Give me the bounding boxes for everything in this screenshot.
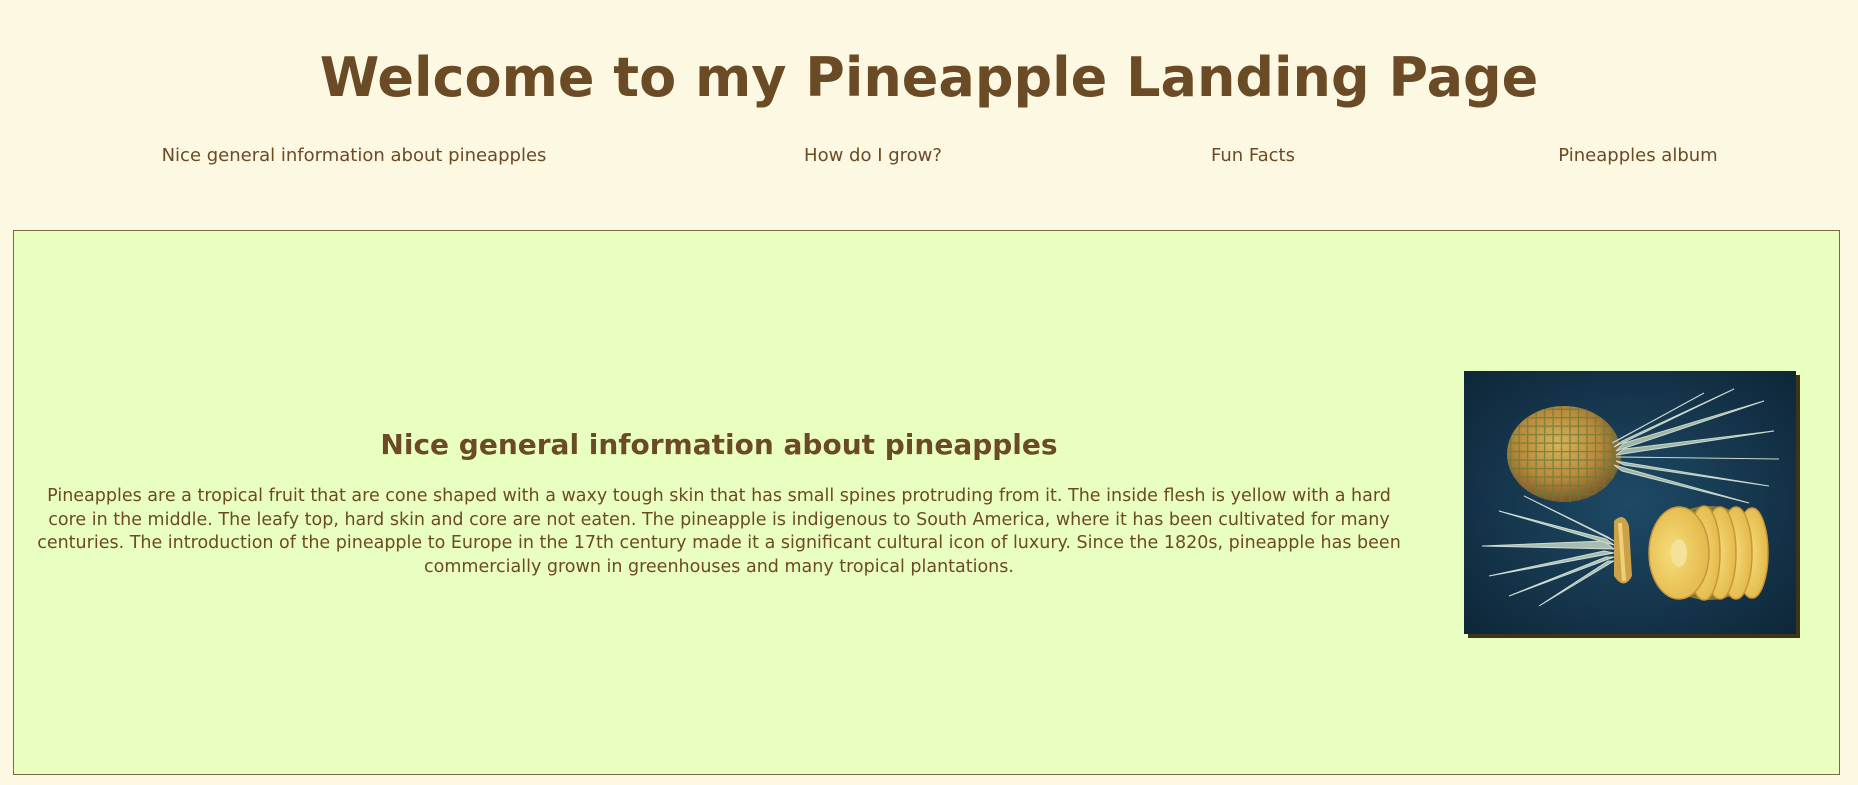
pineapple-photo — [1464, 371, 1796, 634]
main-nav: Nice general information about pineapple… — [0, 142, 1858, 170]
page-header: Welcome to my Pineapple Landing Page Nic… — [0, 0, 1858, 200]
section-body-text: Pineapples are a tropical fruit that are… — [37, 486, 1401, 577]
info-text-block: Nice general information about pineapple… — [36, 427, 1402, 579]
nav-link-fun-facts[interactable]: Fun Facts — [1211, 142, 1295, 170]
general-info-section: Nice general information about pineapple… — [13, 230, 1840, 775]
section-heading: Nice general information about pineapple… — [380, 428, 1058, 461]
nav-link-how-to-grow[interactable]: How do I grow? — [804, 142, 942, 170]
nav-link-pineapples-album[interactable]: Pineapples album — [1558, 142, 1717, 170]
nav-link-general-info[interactable]: Nice general information about pineapple… — [162, 142, 547, 170]
page-title: Welcome to my Pineapple Landing Page — [319, 46, 1539, 109]
